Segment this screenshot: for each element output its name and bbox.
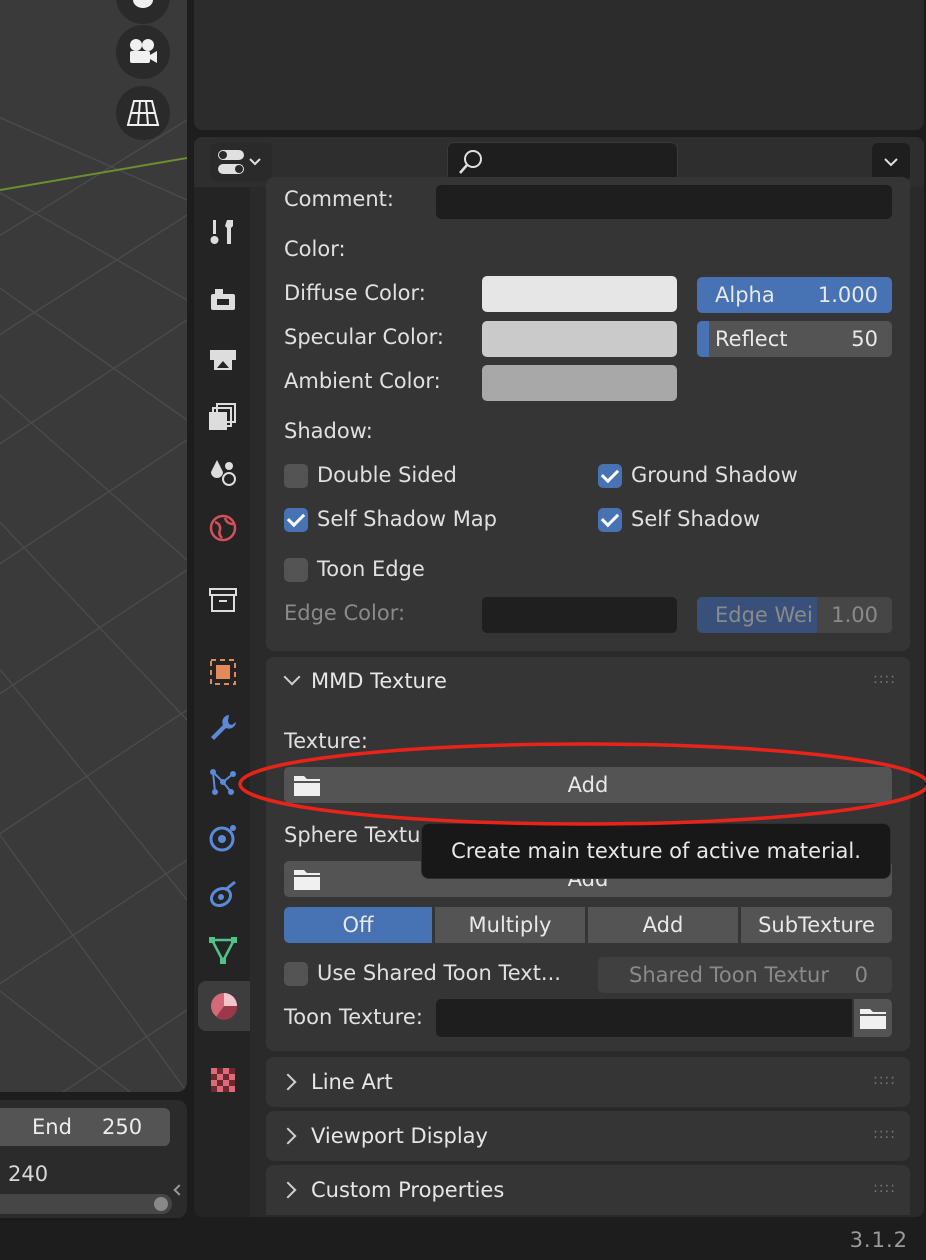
highlight-annotation <box>238 742 926 826</box>
red-highlight-ellipse <box>238 742 926 826</box>
version-label: 3.1.2 <box>849 1228 908 1252</box>
status-bar: 3.1.2 <box>0 1220 926 1260</box>
